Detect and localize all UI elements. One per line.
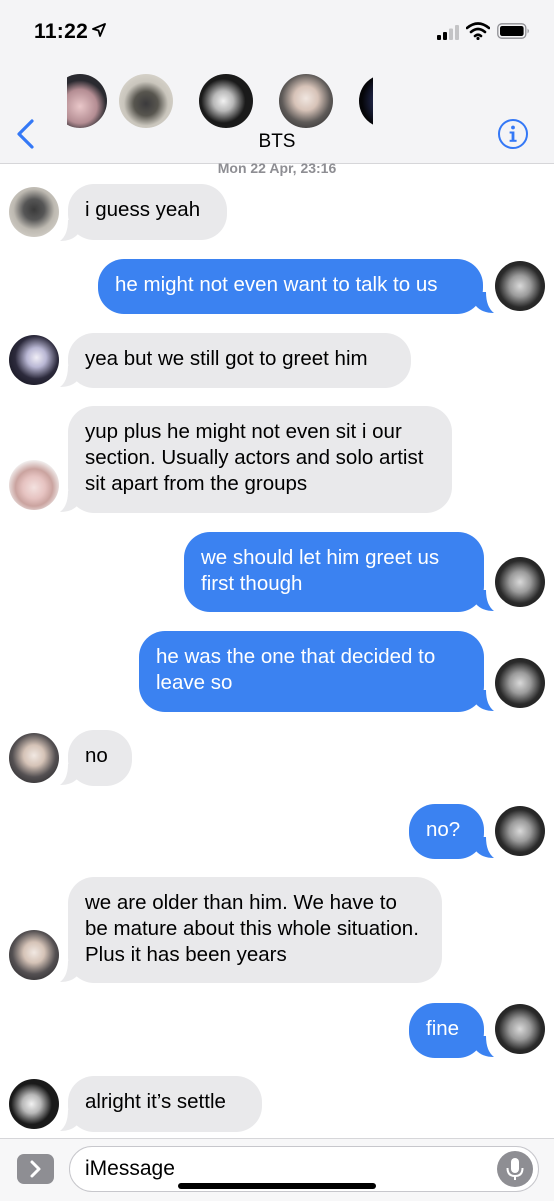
sender-avatar: [9, 187, 59, 237]
cellular-signal-icon: [437, 25, 459, 40]
group-avatars[interactable]: [67, 74, 373, 128]
sender-avatar: [9, 1079, 59, 1129]
battery-icon: [497, 23, 529, 39]
app-drawer-button[interactable]: [17, 1154, 54, 1184]
group-member-avatar: [119, 74, 173, 128]
message-bubble[interactable]: he was the one that decided to leave so: [139, 631, 484, 712]
message-input-placeholder: iMessage: [85, 1157, 175, 1180]
message-bubble[interactable]: he might not even want to talk to us: [98, 259, 483, 314]
sender-avatar: [9, 460, 59, 510]
message-bubble[interactable]: we are older than him. We have to be mat…: [68, 877, 442, 983]
sender-avatar: [495, 557, 545, 607]
group-member-avatar: [67, 74, 107, 128]
sender-avatar: [495, 658, 545, 708]
message-bubble[interactable]: yea but we still got to greet him: [68, 333, 411, 388]
message-bubble[interactable]: alright it’s settle: [68, 1076, 262, 1132]
home-indicator: [178, 1183, 376, 1189]
group-member-avatar: [199, 74, 253, 128]
status-time: 11:22: [34, 20, 89, 43]
group-member-avatar: [359, 74, 373, 128]
message-bubble[interactable]: no: [68, 730, 132, 786]
sender-avatar: [9, 733, 59, 783]
group-name[interactable]: BTS: [0, 131, 554, 153]
sender-avatar: [9, 930, 59, 980]
dictation-button[interactable]: [497, 1151, 533, 1187]
location-arrow-icon: [92, 23, 106, 37]
microphone-icon: [506, 1158, 524, 1180]
sender-avatar: [495, 261, 545, 311]
message-bubble[interactable]: i guess yeah: [68, 184, 227, 240]
sender-avatar: [9, 335, 59, 385]
wifi-icon: [466, 22, 490, 40]
group-member-avatar: [279, 74, 333, 128]
status-bar: 11:22: [0, 0, 554, 60]
message-bubble[interactable]: yup plus he might not even sit i our sec…: [68, 406, 452, 513]
message-bubble[interactable]: fine: [409, 1003, 484, 1058]
conversation-timestamp: Mon 22 Apr, 23:16: [217, 160, 337, 176]
sender-avatar: [495, 1004, 545, 1054]
sender-avatar: [495, 806, 545, 856]
message-bubble[interactable]: we should let him greet us first though: [184, 532, 484, 612]
chevron-right-icon: [30, 1160, 41, 1178]
message-bubble[interactable]: no?: [409, 804, 484, 859]
